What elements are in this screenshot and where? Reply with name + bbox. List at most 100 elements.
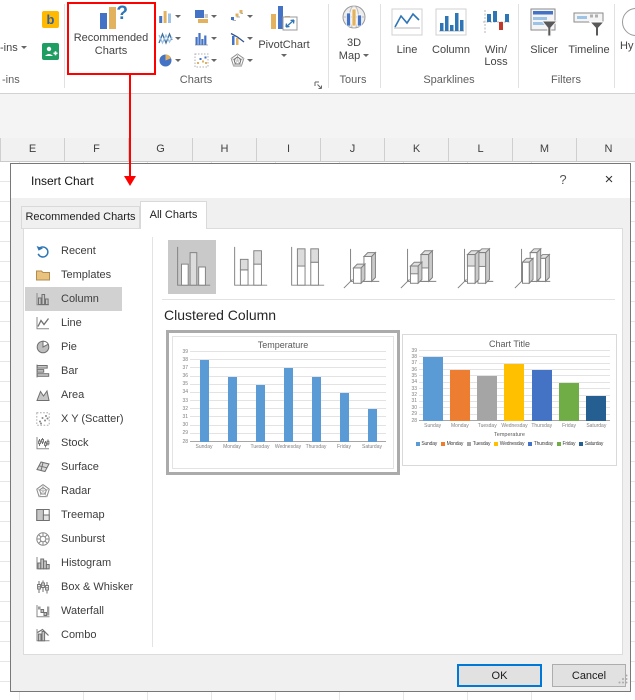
sidebar-item-surface[interactable]: Surface: [25, 455, 122, 479]
timeline-button[interactable]: Timeline: [566, 8, 612, 56]
y-tick-label: 37: [182, 364, 188, 371]
column-header-n[interactable]: N: [577, 138, 635, 161]
recommended-charts-button[interactable]: ? Recommended Charts: [70, 3, 152, 71]
bar-sunday: [422, 357, 443, 421]
y-tick-label: 37: [411, 360, 417, 367]
pie-chart-icon: [159, 54, 172, 66]
y-tick-label: 28: [182, 438, 188, 445]
column-header-f[interactable]: F: [65, 138, 129, 161]
subtype-3d-100-stacked-column[interactable]: [453, 240, 501, 294]
subtype-3d-column[interactable]: [510, 240, 558, 294]
subtype-stacked-column[interactable]: [225, 240, 273, 294]
subtype-clustered-column[interactable]: [168, 240, 216, 294]
chart-preview-selected[interactable]: Temperature 28 29 30 31 32 33 34 35 36 37 38 39 Sunda…: [166, 330, 400, 475]
box-whisker-icon: [35, 579, 51, 595]
sidebar-item-templates[interactable]: Templates: [25, 263, 122, 287]
preview-chart-temperature: Temperature 28 29 30 31 32 33 34 35 36 37 38 39 Sunda…: [172, 336, 394, 469]
sidebar-item-treemap[interactable]: Treemap: [25, 503, 122, 527]
cancel-button[interactable]: Cancel: [552, 664, 626, 687]
sidebar-item-pie[interactable]: Pie: [25, 335, 122, 359]
legend: Sunday Monday Tuesday Wednesday Thursday Frid…: [404, 441, 615, 447]
column-chart-button[interactable]: [158, 5, 194, 27]
3d-clustered-column-icon: [343, 248, 380, 289]
sidebar-item-label: Area: [61, 389, 85, 401]
clustered-column-chart-button[interactable]: [194, 27, 230, 49]
sidebar-item-waterfall[interactable]: Waterfall: [25, 599, 122, 623]
charts-dialog-launcher-icon[interactable]: [314, 77, 323, 95]
filters-group-label: Filters: [551, 74, 581, 86]
legend-item-monday: Monday: [441, 441, 463, 447]
legend-label: Saturday: [584, 441, 604, 447]
clustered-column-chart-icon: [195, 32, 208, 45]
bing-maps-addin-icon[interactable]: b: [42, 11, 59, 28]
x-category-label: Monday: [223, 444, 241, 450]
legend-item-tuesday: Tuesday: [467, 441, 490, 447]
column-header-h[interactable]: H: [193, 138, 257, 161]
store-addin-icon[interactable]: [42, 43, 59, 60]
stacked-bar-chart-button[interactable]: [194, 5, 230, 27]
tab-recommended-charts[interactable]: Recommended Charts: [21, 206, 140, 229]
bar-sunday: [199, 360, 209, 442]
line-chart-button[interactable]: [158, 27, 194, 49]
x-category-label: Monday: [451, 423, 469, 429]
x-category-label: Sunday: [424, 423, 442, 429]
recommended-charts-label: Recommended Charts: [73, 32, 149, 57]
sidebar-item-radar[interactable]: Radar: [25, 479, 122, 503]
sidebar-item-line[interactable]: Line: [25, 311, 122, 335]
bar-wednesday: [504, 363, 525, 421]
x-axis-title: Temperature: [494, 432, 525, 438]
clustered-column-icon: [177, 246, 211, 286]
sparkline-line-button[interactable]: Line: [388, 8, 426, 56]
close-icon[interactable]: ×: [596, 171, 622, 188]
sidebar-item-label: Waterfall: [61, 605, 104, 617]
dialog-titlebar[interactable]: Insert Chart ? ×: [11, 164, 630, 198]
sidebar-item-bar[interactable]: Bar: [25, 359, 122, 383]
slicer-button[interactable]: Slicer: [524, 8, 564, 56]
sidebar-item-x-y-scatter[interactable]: X Y (Scatter): [25, 407, 124, 431]
column-header-j[interactable]: J: [321, 138, 385, 161]
column-header-e[interactable]: E: [1, 138, 65, 161]
3d-map-icon: [342, 5, 366, 29]
templates-icon: [35, 267, 51, 283]
bar-saturday: [586, 395, 607, 421]
subtype-100-stacked-column[interactable]: [282, 240, 330, 294]
resize-grip[interactable]: [618, 671, 628, 689]
subtype-3d-clustered-column[interactable]: [339, 240, 387, 294]
sidebar-item-sunburst[interactable]: Sunburst: [25, 527, 122, 551]
pivotchart-label: PivotChart: [258, 39, 310, 51]
tab-all-charts[interactable]: All Charts: [140, 201, 207, 229]
sidebar-item-label: Surface: [61, 461, 99, 473]
column-headers: EFGHIJKLMN: [0, 138, 635, 162]
column-header-l[interactable]: L: [449, 138, 513, 161]
sidebar-item-area[interactable]: Area: [25, 383, 122, 407]
column-header-m[interactable]: M: [513, 138, 577, 161]
legend-label: Sunday: [421, 441, 438, 447]
help-icon[interactable]: ?: [551, 172, 575, 187]
sidebar-item-stock[interactable]: Stock: [25, 431, 122, 455]
pivotchart-button[interactable]: PivotChart: [252, 4, 316, 72]
y-tick-label: 36: [182, 373, 188, 380]
sidebar-item-box-whisker[interactable]: Box & Whisker: [25, 575, 133, 599]
sparkline-winloss-button[interactable]: Win/ Loss: [478, 8, 516, 68]
column-header-i[interactable]: I: [257, 138, 321, 161]
chart-preview-alt[interactable]: Chart Title 28 29 30 31 32 33 34 35 36 37 38 39 Sunda…: [402, 334, 617, 466]
hyperlink-icon-partial[interactable]: [622, 8, 635, 36]
sidebar-item-histogram[interactable]: Histogram: [25, 551, 122, 575]
bar-wednesday: [283, 368, 293, 442]
column-header-g[interactable]: G: [129, 138, 193, 161]
3d-map-button[interactable]: 3D Map: [332, 4, 376, 72]
3d-100-stacked-column-icon: [457, 247, 494, 289]
y-tick-label: 31: [411, 398, 417, 405]
sparkline-column-button[interactable]: Column: [428, 8, 474, 56]
sidebar-item-recent[interactable]: Recent: [25, 239, 122, 263]
add-ins-button-partial[interactable]: -ins: [0, 42, 27, 54]
scatter-chart-button[interactable]: [194, 49, 230, 71]
ribbon: -ins b -ins ? Recommended Charts PivotCh…: [0, 0, 635, 94]
ok-button[interactable]: OK: [457, 664, 542, 687]
plot-area: 28 29 30 31 32 33 34 35 36 37 38 39: [182, 349, 386, 444]
sidebar-item-combo[interactable]: Combo: [25, 623, 122, 647]
sidebar-item-column[interactable]: Column: [25, 287, 122, 311]
subtype-3d-stacked-column[interactable]: [396, 240, 444, 294]
pie-chart-button[interactable]: [158, 49, 194, 71]
column-header-k[interactable]: K: [385, 138, 449, 161]
